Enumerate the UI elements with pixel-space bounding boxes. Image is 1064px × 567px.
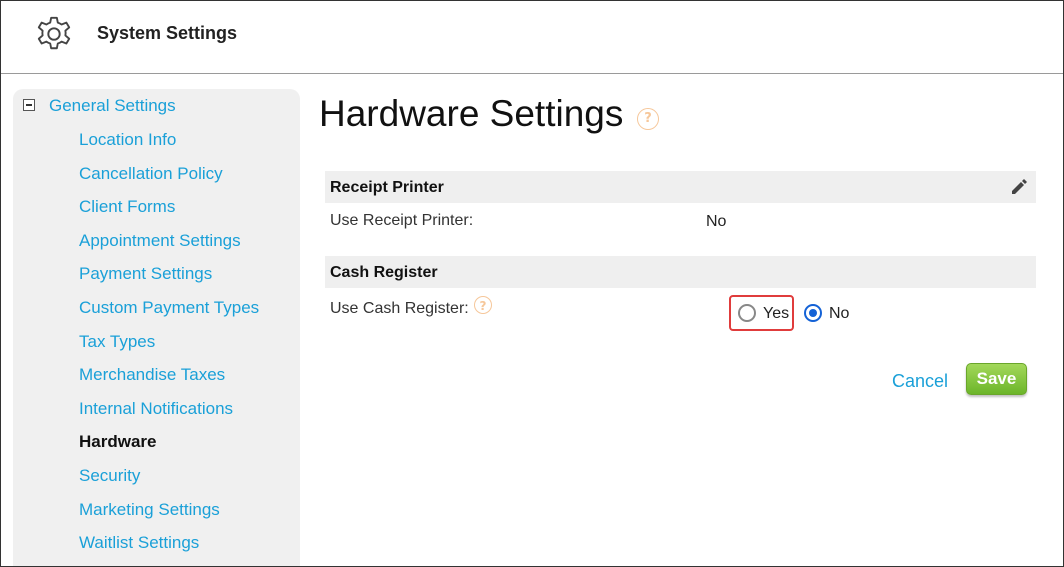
sidebar-item-location-info[interactable]: Location Info [79,129,259,163]
window: System Settings General Settings Locatio… [0,0,1064,567]
help-icon[interactable]: ? [474,296,492,314]
section-title: Cash Register [330,264,438,281]
sidebar-item-marketing-settings[interactable]: Marketing Settings [79,499,259,533]
sidebar-item-client-forms[interactable]: Client Forms [79,196,259,230]
section-header-receipt-printer: Receipt Printer [325,171,1036,203]
sidebar-item-appointment-settings[interactable]: Appointment Settings [79,230,259,264]
sidebar: General Settings Location Info Cancellat… [13,89,300,566]
sidebar-item-internal-notifications[interactable]: Internal Notifications [79,398,259,432]
sidebar-item-tax-types[interactable]: Tax Types [79,331,259,365]
top-bar: System Settings [1,1,1063,74]
sidebar-item-custom-payment-types[interactable]: Custom Payment Types [79,297,259,331]
receipt-printer-value: No [706,213,727,230]
section-title: Receipt Printer [330,179,444,196]
receipt-printer-label: Use Receipt Printer: [330,212,474,229]
radio-no[interactable] [804,304,822,322]
sidebar-nav: Location Info Cancellation Policy Client… [79,129,259,566]
radio-yes[interactable] [738,304,756,322]
cancel-link[interactable]: Cancel [892,371,948,392]
sidebar-item-merchandise-taxes[interactable]: Merchandise Taxes [79,364,259,398]
collapse-minus-icon[interactable] [23,99,35,111]
sidebar-item-hardware[interactable]: Hardware [79,431,259,465]
section-header-cash-register: Cash Register [325,256,1036,288]
sidebar-item-payment-settings[interactable]: Payment Settings [79,263,259,297]
app-title: System Settings [97,23,238,43]
sidebar-item-waitlist-settings[interactable]: Waitlist Settings [79,532,259,566]
sidebar-item-security[interactable]: Security [79,465,259,499]
page-title: Hardware Settings [319,93,624,134]
radio-no-label[interactable]: No [829,305,849,323]
save-button[interactable]: Save [966,363,1027,395]
pencil-edit-icon[interactable] [1010,178,1028,196]
radio-yes-label[interactable]: Yes [763,305,789,323]
sidebar-group-general-settings[interactable]: General Settings [49,96,176,116]
gear-icon [37,16,71,50]
cash-register-label: Use Cash Register: [330,300,469,317]
help-icon[interactable]: ? [637,108,659,130]
sidebar-item-cancellation-policy[interactable]: Cancellation Policy [79,163,259,197]
